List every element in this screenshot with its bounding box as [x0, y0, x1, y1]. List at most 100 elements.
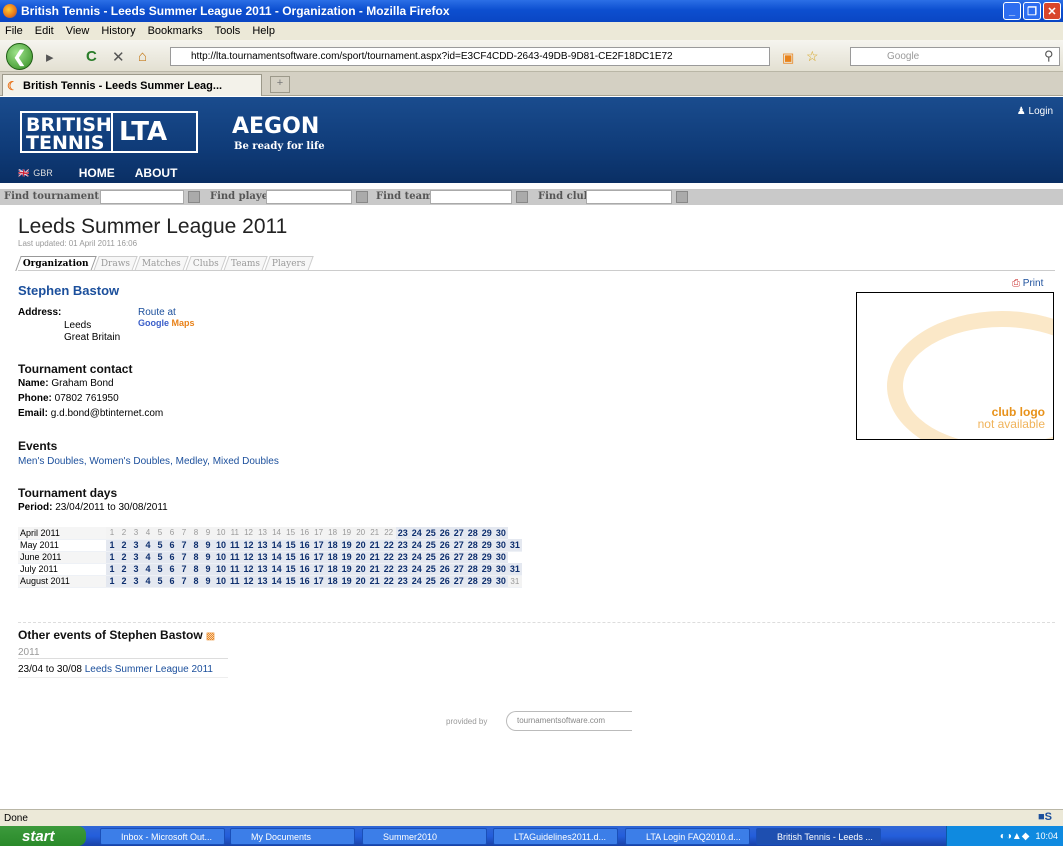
find-team-input[interactable]: [430, 190, 512, 204]
aegon-logo[interactable]: AEGON: [232, 114, 319, 139]
rss-icon[interactable]: ▩: [206, 631, 215, 642]
calendar-day-active[interactable]: 24: [409, 563, 424, 576]
maximize-button[interactable]: ❐: [1023, 2, 1041, 20]
calendar-day-active[interactable]: 22: [381, 575, 396, 588]
calendar-day-active[interactable]: 19: [339, 575, 354, 588]
close-button[interactable]: ✕: [1043, 2, 1061, 20]
calendar-day-active[interactable]: 10: [214, 539, 229, 552]
calendar-day-active[interactable]: 21: [367, 563, 382, 576]
calendar-day-active[interactable]: 23: [395, 575, 410, 588]
calendar-day-active[interactable]: 22: [381, 551, 396, 564]
calendar-day-active[interactable]: 23: [395, 551, 410, 564]
calendar-day-active[interactable]: 13: [255, 551, 270, 564]
calendar-day-active[interactable]: 2: [118, 539, 130, 552]
calendar-day-active[interactable]: 7: [178, 563, 190, 576]
calendar-day-active[interactable]: 23: [395, 563, 410, 576]
calendar-day-active[interactable]: 17: [311, 563, 326, 576]
calendar-day-active[interactable]: 14: [269, 575, 284, 588]
calendar-day-active[interactable]: 2: [118, 575, 130, 588]
calendar-day-active[interactable]: 16: [297, 575, 312, 588]
calendar-day-active[interactable]: 7: [178, 575, 190, 588]
calendar-day-active[interactable]: 9: [202, 539, 214, 552]
calendar-day-active[interactable]: 10: [214, 575, 229, 588]
calendar-day-active[interactable]: 15: [283, 539, 298, 552]
calendar-day-active[interactable]: 17: [311, 575, 326, 588]
calendar-day-active[interactable]: 7: [178, 551, 190, 564]
url-bar[interactable]: http://lta.tournamentsoftware.com/sport/…: [170, 47, 770, 66]
calendar-day-active[interactable]: 28: [465, 527, 480, 540]
calendar-day-active[interactable]: 27: [451, 527, 466, 540]
calendar-day-active[interactable]: 29: [479, 539, 494, 552]
calendar-day-active[interactable]: 5: [154, 551, 166, 564]
calendar-day-active[interactable]: 17: [311, 539, 326, 552]
calendar-day-active[interactable]: 10: [214, 563, 229, 576]
calendar-day-active[interactable]: 29: [479, 527, 494, 540]
calendar-day-active[interactable]: 18: [325, 539, 340, 552]
calendar-day-active[interactable]: 6: [166, 575, 178, 588]
find-club-input[interactable]: [586, 190, 672, 204]
menu-view[interactable]: View: [66, 25, 90, 37]
calendar-day-active[interactable]: 25: [423, 539, 438, 552]
calendar-day-active[interactable]: 26: [437, 551, 452, 564]
calendar-day-active[interactable]: 3: [130, 539, 142, 552]
calendar-day-active[interactable]: 1: [106, 575, 118, 588]
calendar-day-active[interactable]: 15: [283, 551, 298, 564]
taskbar-item-summer2010[interactable]: Summer2010: [362, 828, 487, 845]
calendar-day-active[interactable]: 9: [202, 575, 214, 588]
tab-matches[interactable]: Matches: [134, 256, 189, 271]
minimize-button[interactable]: _: [1003, 2, 1021, 20]
forward-button[interactable]: ▸: [46, 48, 54, 66]
menu-edit[interactable]: Edit: [35, 25, 54, 37]
event-link[interactable]: Men's Doubles: [18, 456, 84, 467]
organization-name[interactable]: Stephen Bastow: [18, 283, 119, 298]
calendar-day-active[interactable]: 16: [297, 563, 312, 576]
calendar-day-active[interactable]: 4: [142, 563, 154, 576]
calendar-day-active[interactable]: 12: [241, 575, 256, 588]
calendar-day-active[interactable]: 25: [423, 551, 438, 564]
tab-draws[interactable]: Draws: [93, 256, 138, 271]
calendar-day-active[interactable]: 24: [409, 527, 424, 540]
calendar-day-active[interactable]: 11: [228, 563, 242, 576]
calendar-day-active[interactable]: 8: [190, 539, 202, 552]
calendar-day-active[interactable]: 25: [423, 563, 438, 576]
calendar-day-active[interactable]: 6: [166, 539, 178, 552]
calendar-day-active[interactable]: 24: [409, 539, 424, 552]
calendar-day-active[interactable]: 23: [395, 527, 410, 540]
calendar-day-active[interactable]: 8: [190, 575, 202, 588]
calendar-day-active[interactable]: 4: [142, 539, 154, 552]
nav-about[interactable]: ABOUT: [135, 166, 178, 180]
calendar-day-active[interactable]: 13: [255, 575, 270, 588]
taskbar-item-lta-login-faq[interactable]: LTA Login FAQ2010.d...: [625, 828, 750, 845]
calendar-day-active[interactable]: 30: [493, 563, 508, 576]
event-link[interactable]: Women's Doubles: [89, 456, 170, 467]
taskbar-item-ltaguidelines[interactable]: LTAGuidelines2011.d...: [493, 828, 618, 845]
calendar-day-active[interactable]: 29: [479, 551, 494, 564]
calendar-day-active[interactable]: 26: [437, 563, 452, 576]
calendar-day-active[interactable]: 31: [507, 563, 522, 576]
reload-icon[interactable]: C: [86, 48, 97, 65]
calendar-day-active[interactable]: 15: [283, 575, 298, 588]
status-addon-icon[interactable]: ■S: [1038, 811, 1052, 823]
calendar-day-active[interactable]: 4: [142, 551, 154, 564]
calendar-day-active[interactable]: 3: [130, 575, 142, 588]
calendar-day-active[interactable]: 1: [106, 551, 118, 564]
calendar-day-active[interactable]: 30: [493, 539, 508, 552]
calendar-day-active[interactable]: 24: [409, 575, 424, 588]
calendar-day-active[interactable]: 11: [228, 551, 242, 564]
taskbar-item-my-documents[interactable]: My Documents: [230, 828, 355, 845]
calendar-day-active[interactable]: 13: [255, 563, 270, 576]
lta-logo[interactable]: LTA: [113, 111, 198, 153]
calendar-day-active[interactable]: 20: [353, 563, 368, 576]
find-team-go[interactable]: [516, 191, 528, 203]
find-club-go[interactable]: [676, 191, 688, 203]
calendar-day-active[interactable]: 16: [297, 539, 312, 552]
new-tab-button[interactable]: +: [270, 76, 290, 93]
calendar-day-active[interactable]: 27: [451, 539, 466, 552]
calendar-day-active[interactable]: 4: [142, 575, 154, 588]
find-player-go[interactable]: [356, 191, 368, 203]
calendar-day-active[interactable]: 11: [228, 575, 242, 588]
search-input[interactable]: Google: [850, 47, 1060, 66]
tab-organization[interactable]: Organization: [15, 256, 97, 271]
calendar-day-active[interactable]: 5: [154, 539, 166, 552]
calendar-day-active[interactable]: 26: [437, 575, 452, 588]
